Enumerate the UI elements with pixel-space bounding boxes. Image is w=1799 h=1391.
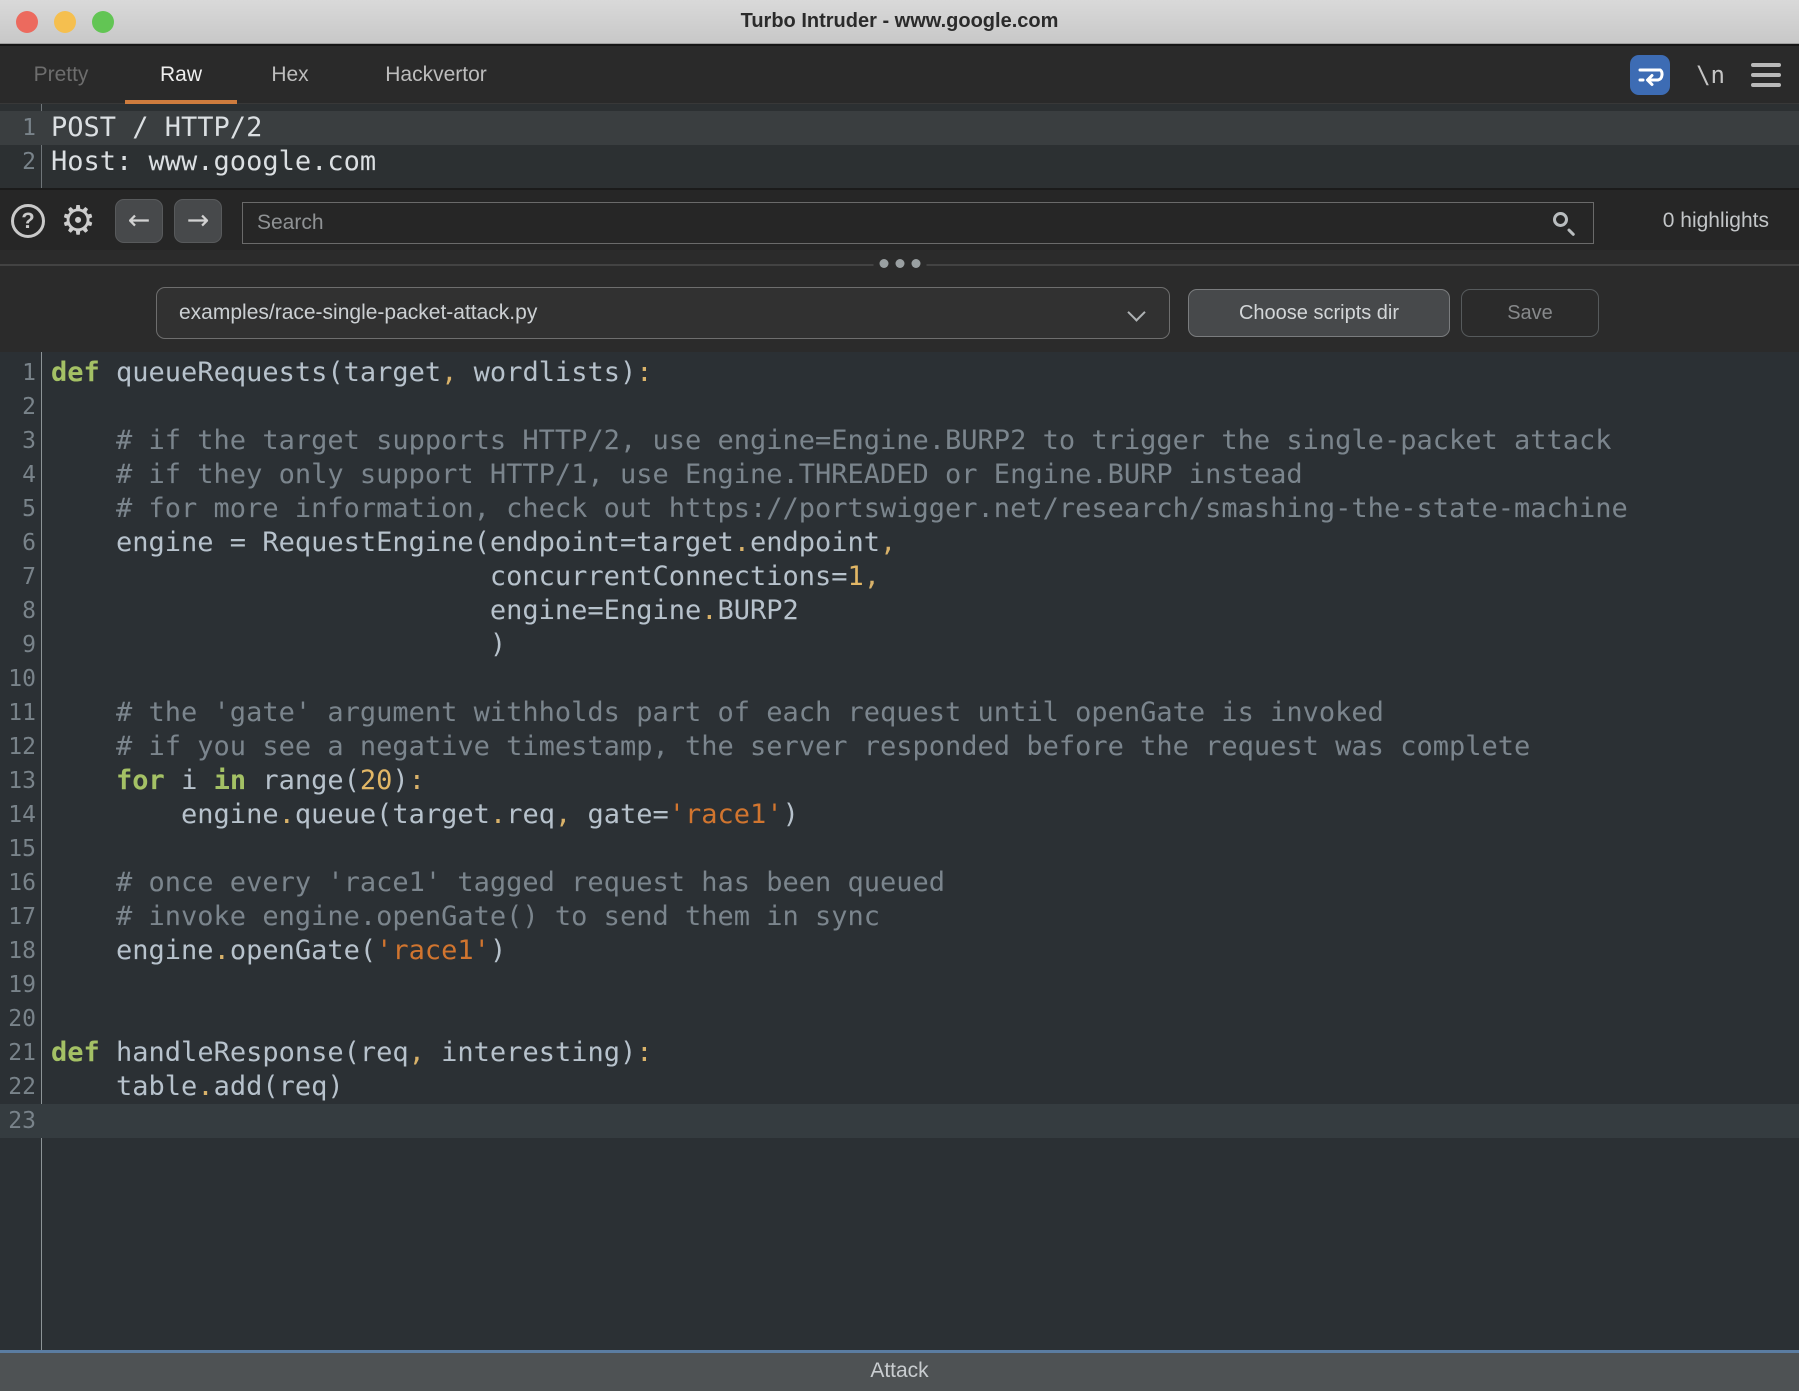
gear-icon: ⚙ [60,198,96,244]
line-number: 10 [0,662,36,696]
line-number: 21 [0,1036,36,1070]
attack-button[interactable]: Attack [0,1350,1799,1391]
code-line[interactable]: 4 # if they only support HTTP/1, use Eng… [0,458,1799,492]
arrow-left-icon: ← [128,205,151,236]
code-line[interactable]: 18 engine.openGate('race1') [0,934,1799,968]
line-number: 20 [0,1002,36,1036]
request-editor[interactable]: 1POST / HTTP/22Host: www.google.com [0,104,1799,190]
save-button[interactable]: Save [1461,289,1599,337]
line-number: 14 [0,798,36,832]
choose-scripts-dir-button[interactable]: Choose scripts dir [1188,289,1450,337]
line-number: 5 [0,492,36,526]
code-line[interactable]: 7 concurrentConnections=1, [0,560,1799,594]
code-line[interactable]: 20 [0,1002,1799,1036]
question-icon: ? [21,208,34,234]
line-number: 7 [0,560,36,594]
script-panel: examples/race-single-packet-attack.py Ch… [0,250,1799,352]
search-icon[interactable] [1553,212,1577,236]
line-number: 3 [0,424,36,458]
tab-hex[interactable]: Hex [252,46,328,104]
line-number: 4 [0,458,36,492]
word-wrap-toggle-button[interactable] [1630,55,1670,95]
code-line[interactable]: 1def queueRequests(target, wordlists): [0,356,1799,390]
code-editor-lines: 1def queueRequests(target, wordlists):23… [0,356,1799,1138]
code-line[interactable]: 21def handleResponse(req, interesting): [0,1036,1799,1070]
arrow-right-icon: → [187,205,210,236]
previous-match-button[interactable]: ← [115,199,163,243]
line-number: 1 [0,111,36,145]
line-number: 16 [0,866,36,900]
line-number: 13 [0,764,36,798]
search-toolbar: ? ⚙ ← → 0 highlights [0,192,1799,250]
tab-pretty[interactable]: Pretty [24,46,98,104]
request-view-tabbar: Pretty Raw Hex Hackvertor \n [0,44,1799,104]
line-number: 19 [0,968,36,1002]
code-line[interactable]: 10 [0,662,1799,696]
window-title: Turbo Intruder - www.google.com [741,10,1059,33]
code-line[interactable]: 15 [0,832,1799,866]
code-line[interactable]: 12 # if you see a negative timestamp, th… [0,730,1799,764]
line-number: 15 [0,832,36,866]
code-line[interactable]: 14 engine.queue(target.req, gate='race1'… [0,798,1799,832]
tab-raw[interactable]: Raw [125,46,237,104]
code-line[interactable]: 22 table.add(req) [0,1070,1799,1104]
next-match-button[interactable]: → [174,199,222,243]
settings-button[interactable]: ⚙ [56,196,100,246]
code-editor[interactable]: 1def queueRequests(target, wordlists):23… [0,352,1799,1350]
code-line[interactable]: 5 # for more information, check out http… [0,492,1799,526]
line-number: 23 [0,1104,36,1138]
splitter-handle[interactable] [873,259,926,268]
tab-hackvertor[interactable]: Hackvertor [360,46,512,104]
code-line[interactable]: 16 # once every 'race1' tagged request h… [0,866,1799,900]
code-line[interactable]: 2 [0,390,1799,424]
turbo-intruder-window: Turbo Intruder - www.google.com Pretty R… [0,0,1799,1391]
line-number: 1 [0,356,36,390]
line-number: 11 [0,696,36,730]
line-number: 12 [0,730,36,764]
code-line[interactable]: 11 # the 'gate' argument withholds part … [0,696,1799,730]
code-line[interactable]: 6 engine = RequestEngine(endpoint=target… [0,526,1799,560]
highlights-count: 0 highlights [1663,192,1769,250]
line-number: 18 [0,934,36,968]
code-line[interactable]: 3 # if the target supports HTTP/2, use e… [0,424,1799,458]
minimize-window-button[interactable] [54,11,76,33]
code-line[interactable]: 2Host: www.google.com [0,145,1799,179]
line-number: 17 [0,900,36,934]
line-number: 8 [0,594,36,628]
newline-toggle-button[interactable]: \n [1696,61,1725,89]
window-titlebar: Turbo Intruder - www.google.com [0,0,1799,44]
close-window-button[interactable] [16,11,38,33]
code-line[interactable]: 23 [0,1104,1799,1138]
search-input[interactable] [243,203,1593,243]
chevron-down-icon [1127,303,1145,321]
line-number: 2 [0,390,36,424]
code-line[interactable]: 17 # invoke engine.openGate() to send th… [0,900,1799,934]
code-line[interactable]: 19 [0,968,1799,1002]
line-number: 22 [0,1070,36,1104]
hamburger-icon [1751,63,1781,67]
zoom-window-button[interactable] [92,11,114,33]
help-button[interactable]: ? [11,204,45,238]
code-line[interactable]: 1POST / HTTP/2 [0,111,1799,145]
line-number: 9 [0,628,36,662]
script-select-value: examples/race-single-packet-attack.py [179,301,537,324]
request-editor-lines: 1POST / HTTP/22Host: www.google.com [0,111,1799,179]
line-number: 2 [0,145,36,179]
script-select[interactable]: examples/race-single-packet-attack.py [156,287,1170,339]
line-number: 6 [0,526,36,560]
code-line[interactable]: 13 for i in range(20): [0,764,1799,798]
menu-button[interactable] [1751,63,1781,87]
word-wrap-icon [1636,61,1664,89]
code-line[interactable]: 8 engine=Engine.BURP2 [0,594,1799,628]
code-line[interactable]: 9 ) [0,628,1799,662]
